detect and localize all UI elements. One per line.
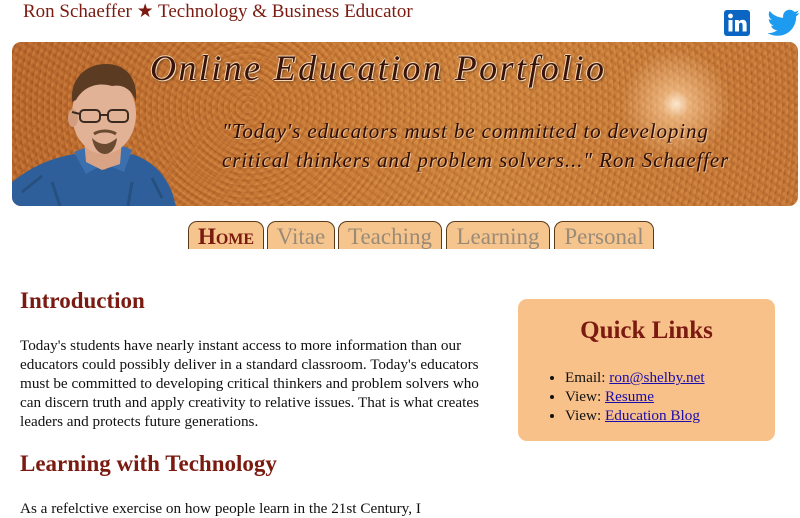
tab-vitae[interactable]: Vitae xyxy=(267,221,335,249)
resume-link[interactable]: Resume xyxy=(605,388,654,405)
intro-paragraph: Today's students have nearly instant acc… xyxy=(20,337,479,430)
header-banner: Online Education Portfolio "Today's educ… xyxy=(12,42,798,206)
tab-home[interactable]: Home xyxy=(188,221,264,249)
banner-title: Online Education Portfolio xyxy=(150,48,607,88)
quick-link-prefix: Email: xyxy=(565,369,610,386)
list-item: View: Education Blog xyxy=(565,406,705,425)
quick-links-list: Email: ron@shelby.net View: Resume View:… xyxy=(518,368,705,425)
twitter-icon xyxy=(767,9,800,36)
tab-learning[interactable]: Learning xyxy=(446,221,550,249)
education-blog-link[interactable]: Education Blog xyxy=(605,407,700,424)
linkedin-icon xyxy=(724,10,750,36)
list-item: Email: ron@shelby.net xyxy=(565,368,705,387)
list-item: View: Resume xyxy=(565,387,705,406)
email-link[interactable]: ron@shelby.net xyxy=(609,369,704,386)
site-title: Ron Schaeffer ★ Technology & Business Ed… xyxy=(23,1,413,22)
tab-personal[interactable]: Personal xyxy=(554,221,654,249)
intro-heading: Introduction xyxy=(20,288,145,313)
banner-quote: "Today's educators must be committed to … xyxy=(222,119,730,172)
quick-links-panel: Quick Links Email: ron@shelby.net View: … xyxy=(518,299,775,441)
tab-teaching[interactable]: Teaching xyxy=(338,221,442,249)
quick-link-prefix: View: xyxy=(565,388,605,405)
twitter-link[interactable] xyxy=(767,9,800,42)
linkedin-link[interactable] xyxy=(724,10,750,41)
tech-heading: Learning with Technology xyxy=(20,451,277,476)
quick-link-prefix: View: xyxy=(565,407,605,424)
quick-links-title: Quick Links xyxy=(580,317,713,344)
tech-paragraph: As a refelctive exercise on how people l… xyxy=(20,500,421,517)
top-bar: Ron Schaeffer ★ Technology & Business Ed… xyxy=(0,0,800,40)
